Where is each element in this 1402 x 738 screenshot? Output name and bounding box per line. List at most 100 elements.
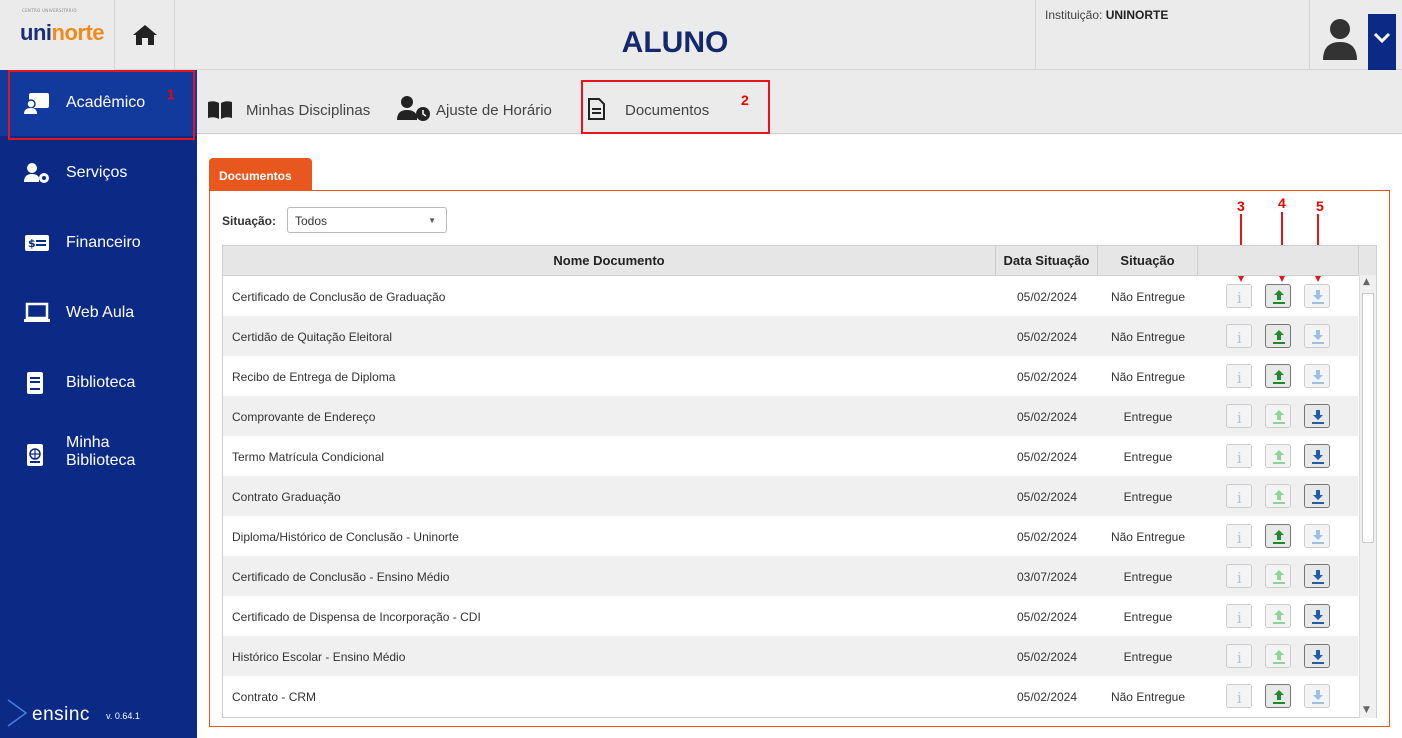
info-button[interactable]: i (1226, 604, 1252, 628)
column-header-situacao[interactable]: Situação (1098, 246, 1198, 275)
home-button[interactable] (115, 0, 175, 70)
table-row[interactable]: Certificado de Dispensa de Incorporação … (223, 596, 1358, 636)
info-button[interactable]: i (1226, 564, 1252, 588)
svg-text:i: i (1237, 449, 1242, 465)
panel-tab-documentos[interactable]: Documentos (209, 158, 312, 191)
scroll-down-icon[interactable]: ▼ (1363, 705, 1370, 715)
user-clock-icon (397, 96, 430, 121)
table-row[interactable]: Comprovante de Endereço 05/02/2024 Entregu… (223, 396, 1358, 436)
upload-icon (1273, 410, 1285, 424)
situation-date: 05/02/2024 (1016, 410, 1078, 424)
info-icon: i (1237, 569, 1242, 585)
document-name: Termo Matrícula Condicional (232, 450, 385, 464)
document-name: Diploma/Histórico de Conclusão - Uninort… (232, 530, 459, 544)
table-row[interactable]: Diploma/Histórico de Conclusão - Uninort… (223, 516, 1358, 556)
download-icon (1312, 450, 1324, 464)
scrollbar-thumb[interactable] (1362, 293, 1374, 543)
download-button[interactable] (1304, 484, 1330, 508)
column-header-data[interactable]: Data Situação (996, 246, 1098, 275)
download-icon (1312, 490, 1324, 504)
sidebar-item-web-aula[interactable]: Web Aula (0, 280, 197, 346)
situation-status: Não Entregue (1110, 690, 1186, 704)
svg-text:i: i (1237, 609, 1242, 625)
info-button[interactable]: i (1226, 484, 1252, 508)
upload-button[interactable] (1265, 484, 1291, 508)
table-row[interactable]: Histórico Escolar - Ensino Médio 05/02/20… (223, 636, 1358, 676)
table-row[interactable]: Contrato - CRM 05/02/2024 Não Entregue i (223, 676, 1358, 716)
document-name: Certidão de Quitação Eleitoral (232, 330, 393, 344)
sidebar: Acadêmico Serviços $ Financeiro Web Aula… (0, 70, 197, 738)
svg-text:i: i (1237, 489, 1242, 505)
situation-date: 05/02/2024 (1016, 610, 1078, 624)
upload-icon (1273, 570, 1285, 584)
download-button[interactable] (1304, 364, 1330, 388)
upload-button[interactable] (1265, 524, 1291, 548)
download-button[interactable] (1304, 524, 1330, 548)
download-button[interactable] (1304, 284, 1330, 308)
tab-minhas-disciplinas[interactable]: Minhas Disciplinas (207, 70, 397, 134)
situation-status: Entregue (1123, 650, 1173, 664)
info-button[interactable]: i (1226, 324, 1252, 348)
upload-button[interactable] (1265, 404, 1291, 428)
info-icon: i (1237, 289, 1242, 305)
download-button[interactable] (1304, 324, 1330, 348)
column-header-nome[interactable]: Nome Documento (223, 246, 996, 275)
situation-status: Entregue (1123, 570, 1173, 584)
sidebar-item-servicos[interactable]: Serviços (0, 140, 197, 206)
sidebar-item-biblioteca[interactable]: Biblioteca (0, 350, 197, 416)
documents-table: Nome Documento Data Situação Situação Ce… (222, 245, 1377, 718)
situacao-select[interactable]: Todos ▼ (287, 207, 447, 233)
upload-button[interactable] (1265, 284, 1291, 308)
table-row[interactable]: Contrato Graduação 05/02/2024 Entregue i (223, 476, 1358, 516)
info-button[interactable]: i (1226, 364, 1252, 388)
sidebar-item-minha-biblioteca[interactable]: Minha Biblioteca (0, 420, 197, 486)
info-button[interactable]: i (1226, 404, 1252, 428)
annotation-box-1 (8, 70, 195, 140)
user-menu-button[interactable] (1368, 14, 1396, 70)
download-button[interactable] (1304, 444, 1330, 468)
upload-button[interactable] (1265, 444, 1291, 468)
table-row[interactable]: Certificado de Conclusão de Graduação 05/… (223, 276, 1358, 316)
upload-button[interactable] (1265, 364, 1291, 388)
tab-label: Minhas Disciplinas (246, 102, 371, 119)
user-avatar-icon[interactable] (1322, 18, 1358, 62)
scroll-up-icon[interactable]: ▲ (1363, 277, 1370, 287)
upload-icon (1273, 490, 1285, 504)
select-value: Todos (295, 214, 328, 228)
download-button[interactable] (1304, 564, 1330, 588)
info-icon: i (1237, 529, 1242, 545)
download-icon (1312, 650, 1324, 664)
sidebar-item-label: Biblioteca (66, 374, 136, 391)
svg-text:i: i (1237, 689, 1242, 705)
svg-text:i: i (1237, 369, 1242, 385)
table-row[interactable]: Recibo de Entrega de Diploma 05/02/2024 Nã… (223, 356, 1358, 396)
upload-icon (1273, 530, 1285, 544)
top-bar: CENTRO UNIVERSITÁRIO uninorte ALUNO Inst… (0, 0, 1402, 70)
download-button[interactable] (1304, 644, 1330, 668)
info-button[interactable]: i (1226, 524, 1252, 548)
sidebar-item-financeiro[interactable]: $ Financeiro (0, 210, 197, 276)
table-row[interactable]: Certificado de Conclusão - Ensino Médio 0… (223, 556, 1358, 596)
upload-button[interactable] (1265, 684, 1291, 708)
info-button[interactable]: i (1226, 284, 1252, 308)
situation-status: Não Entregue (1110, 290, 1186, 304)
document-name: Certificado de Conclusão de Graduação (232, 290, 446, 304)
situation-date: 05/02/2024 (1016, 450, 1078, 464)
info-button[interactable]: i (1226, 444, 1252, 468)
sidebar-item-label: Web Aula (66, 304, 135, 321)
table-scrollbar[interactable]: ▲ ▼ (1359, 275, 1376, 718)
upload-button[interactable] (1265, 644, 1291, 668)
upload-button[interactable] (1265, 324, 1291, 348)
upload-button[interactable] (1265, 564, 1291, 588)
table-row[interactable]: Certidão de Quitação Eleitoral 05/02/2024… (223, 316, 1358, 356)
tab-ajuste-de-horario[interactable]: Ajuste de Horário (397, 70, 567, 134)
info-button[interactable]: i (1226, 684, 1252, 708)
upload-button[interactable] (1265, 604, 1291, 628)
download-button[interactable] (1304, 604, 1330, 628)
info-button[interactable]: i (1226, 644, 1252, 668)
document-name: Comprovante de Endereço (232, 410, 376, 424)
download-button[interactable] (1304, 404, 1330, 428)
table-row[interactable]: Termo Matrícula Condicional 05/02/2024 Ent… (223, 436, 1358, 476)
download-button[interactable] (1304, 684, 1330, 708)
logo[interactable]: CENTRO UNIVERSITÁRIO uninorte (0, 0, 115, 70)
